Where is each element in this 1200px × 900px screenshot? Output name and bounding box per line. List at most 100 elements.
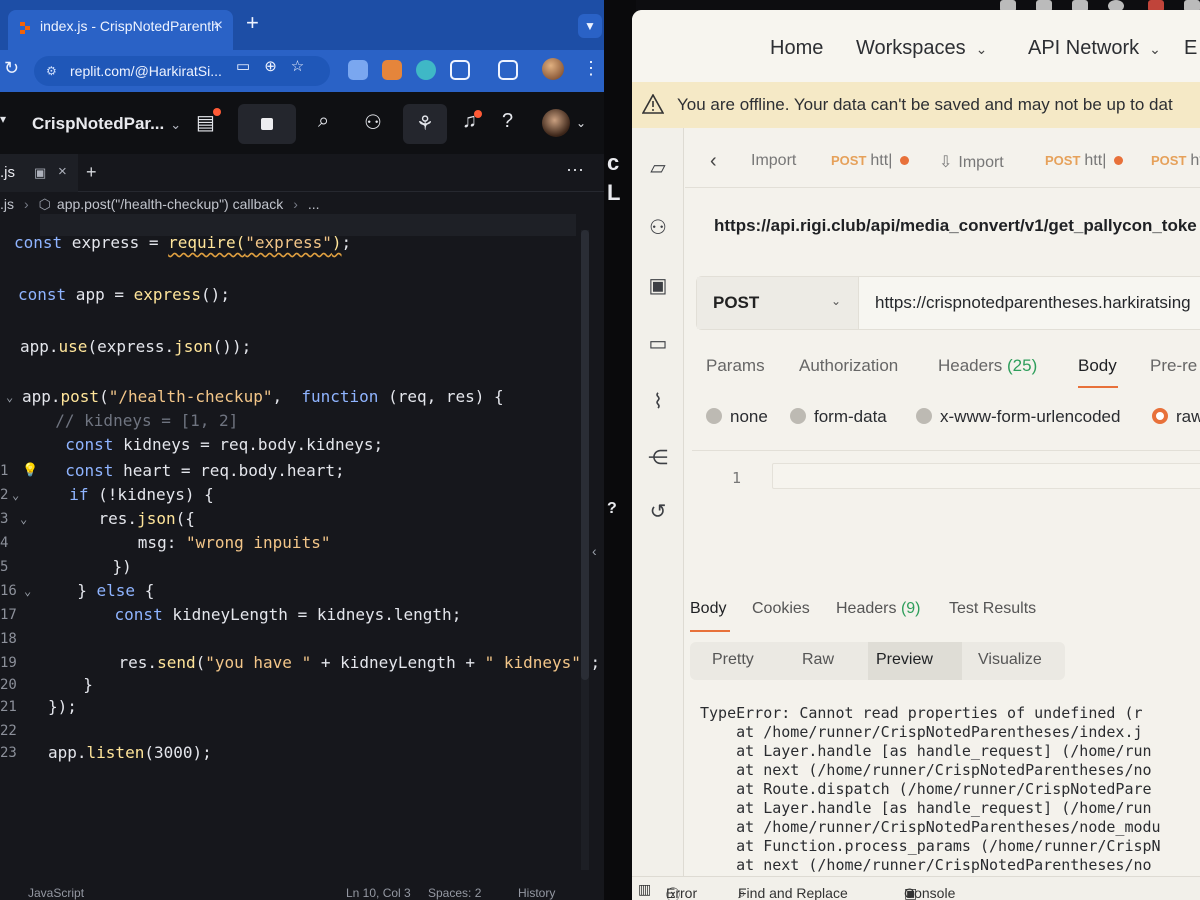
scrollbar-thumb[interactable] xyxy=(581,230,589,680)
radio-none[interactable]: none xyxy=(706,407,768,427)
response-tab-body[interactable]: Body xyxy=(690,600,726,618)
code-line[interactable]: app.use(express.json()); xyxy=(20,336,251,358)
code-line[interactable]: const app = express(); xyxy=(18,284,230,306)
react-devtools-icon[interactable] xyxy=(416,60,436,80)
metamask-fox-icon[interactable] xyxy=(382,60,402,80)
avatar-chevron-icon[interactable]: ⌄ xyxy=(576,116,586,130)
menu-chevron-icon[interactable]: ▾ xyxy=(0,112,6,126)
code-line[interactable]: const express = require("express"); xyxy=(14,232,351,254)
breadcrumb-more[interactable]: ... xyxy=(308,196,320,212)
breadcrumb-file[interactable]: .js xyxy=(0,196,14,212)
code-line[interactable]: res.send("you have " + kidneyLength + " … xyxy=(80,652,601,674)
tab-pre-request[interactable]: Pre-re xyxy=(1150,356,1197,376)
environments-icon[interactable]: ▣ xyxy=(646,274,670,298)
code-line[interactable]: } else { xyxy=(58,580,154,602)
code-line[interactable]: app.listen(3000); xyxy=(48,742,212,764)
monitors-icon[interactable]: ⌇ xyxy=(646,390,670,414)
request-tab[interactable]: Import xyxy=(751,152,796,170)
history-button[interactable]: History xyxy=(518,886,555,900)
invite-user-icon[interactable]: ⚇ xyxy=(364,110,382,135)
side-panel-icon[interactable] xyxy=(498,60,518,80)
zoom-icon[interactable]: ⊕ xyxy=(264,58,291,75)
request-tab[interactable]: POST htt| xyxy=(831,152,910,170)
flows-icon[interactable]: ⋲ xyxy=(646,446,670,470)
view-raw[interactable]: Raw xyxy=(802,651,834,669)
site-settings-icon[interactable]: ⚙ xyxy=(46,64,57,78)
fold-chevron-icon[interactable]: ⌄ xyxy=(20,508,27,530)
request-title[interactable]: https://api.rigi.club/api/media_convert/… xyxy=(714,216,1197,236)
repl-name-dropdown[interactable]: CrispNotedPar... ⌄ xyxy=(32,114,181,134)
code-line[interactable]: res.json({ xyxy=(60,508,195,530)
file-options-icon[interactable]: ▣ xyxy=(34,165,46,181)
chrome-menu-icon[interactable]: ⋮ xyxy=(582,58,600,79)
close-tab-icon[interactable]: × xyxy=(214,17,223,35)
search-icon[interactable]: ⌕ xyxy=(318,110,329,133)
bookmark-star-icon[interactable]: ☆ xyxy=(291,58,318,75)
add-tab-button[interactable]: + xyxy=(86,162,97,183)
close-file-icon[interactable]: × xyxy=(58,163,67,180)
tab-authorization[interactable]: Authorization xyxy=(799,356,898,376)
code-line[interactable]: app.post("/health-checkup", function (re… xyxy=(22,386,504,408)
tab-search-chevron-icon[interactable]: ▼ xyxy=(578,14,602,38)
response-tab-headers[interactable]: Headers (9) xyxy=(836,600,921,618)
browser-tab-index-js[interactable]: index.js - CrispNotedParenth × xyxy=(8,10,233,50)
code-line[interactable]: }); xyxy=(48,696,77,718)
code-editor[interactable]: const express = require("express"); const… xyxy=(0,224,600,864)
nav-home[interactable]: Home xyxy=(770,37,823,60)
code-line[interactable]: const heart = req.body.heart; xyxy=(46,460,344,482)
fold-chevron-icon[interactable]: ⌄ xyxy=(6,386,13,408)
indent-setting[interactable]: Spaces: 2 xyxy=(428,886,481,900)
tab-body[interactable]: Body xyxy=(1078,356,1117,376)
collapse-chevron-icon[interactable]: ‹ xyxy=(592,543,597,559)
code-line[interactable]: if (!kidneys) { xyxy=(50,484,214,506)
tab-headers[interactable]: Headers (25) xyxy=(938,356,1037,376)
request-tab[interactable]: ⇩ Import xyxy=(939,152,1004,172)
editor-scrollbar[interactable] xyxy=(581,230,589,870)
code-line[interactable]: } xyxy=(64,674,93,696)
request-tab[interactable]: POST htt| xyxy=(1045,152,1124,170)
reload-icon[interactable]: ↻ xyxy=(4,58,19,79)
code-line[interactable]: const kidneyLength = kidneys.length; xyxy=(76,604,462,626)
layout-icon[interactable]: ▥ xyxy=(638,881,651,898)
extensions-puzzle-icon[interactable] xyxy=(450,60,470,80)
mock-servers-icon[interactable]: ▭ xyxy=(646,332,670,356)
code-line[interactable]: msg: "wrong inpuits" xyxy=(80,532,331,554)
radio-raw[interactable]: raw xyxy=(1152,407,1200,427)
user-avatar[interactable] xyxy=(542,109,570,137)
nav-workspaces[interactable]: Workspaces ⌄ xyxy=(856,37,987,60)
more-options-icon[interactable]: ⋯ xyxy=(566,160,584,181)
view-preview[interactable]: Preview xyxy=(876,651,933,669)
new-tab-button[interactable]: + xyxy=(246,10,259,36)
request-tab[interactable]: POSThtt xyxy=(1151,152,1200,170)
fold-chevron-icon[interactable]: ⌄ xyxy=(12,484,19,506)
tab-params[interactable]: Params xyxy=(706,356,765,376)
request-body-editor[interactable]: 1 xyxy=(692,450,1200,590)
file-tab-index-js[interactable]: .js ▣ × xyxy=(0,154,78,192)
code-line[interactable]: // kidneys = [1, 2] xyxy=(36,410,238,432)
code-line[interactable]: const kidneys = req.body.kidneys; xyxy=(46,434,383,456)
cast-icon[interactable]: ▭ xyxy=(236,58,264,75)
extension-icon[interactable] xyxy=(348,60,368,80)
view-pretty[interactable]: Pretty xyxy=(712,651,754,669)
url-input[interactable]: https://crispnotedparentheses.harkiratsi… xyxy=(875,293,1191,313)
response-tab-test-results[interactable]: Test Results xyxy=(949,600,1036,618)
lightbulb-icon[interactable]: 💡 xyxy=(22,460,38,482)
breadcrumb-symbol[interactable]: app.post("/health-checkup") callback xyxy=(57,196,283,212)
apis-icon[interactable]: ⚇ xyxy=(646,216,670,240)
deployments-icon[interactable]: ▤ xyxy=(196,110,215,135)
response-tab-cookies[interactable]: Cookies xyxy=(752,600,810,618)
radio-form-data[interactable]: form-data xyxy=(790,407,887,427)
help-icon[interactable]: ? xyxy=(502,110,513,133)
cursor-position[interactable]: Ln 10, Col 3 xyxy=(346,886,411,900)
chrome-profile-avatar[interactable] xyxy=(542,58,564,80)
view-visualize[interactable]: Visualize xyxy=(978,651,1042,669)
nav-api-network[interactable]: API Network ⌄ xyxy=(1028,37,1161,60)
language-mode[interactable]: JavaScript xyxy=(28,886,84,900)
fold-chevron-icon[interactable]: ⌄ xyxy=(24,580,31,602)
stop-button[interactable] xyxy=(238,104,296,144)
nav-more[interactable]: E xyxy=(1184,37,1197,60)
ai-button[interactable]: ⚘ xyxy=(403,104,447,144)
radio-urlencoded[interactable]: x-www-form-urlencoded xyxy=(916,407,1120,427)
method-select[interactable]: POST ⌄ xyxy=(697,277,859,329)
code-line[interactable]: }) xyxy=(74,556,132,578)
